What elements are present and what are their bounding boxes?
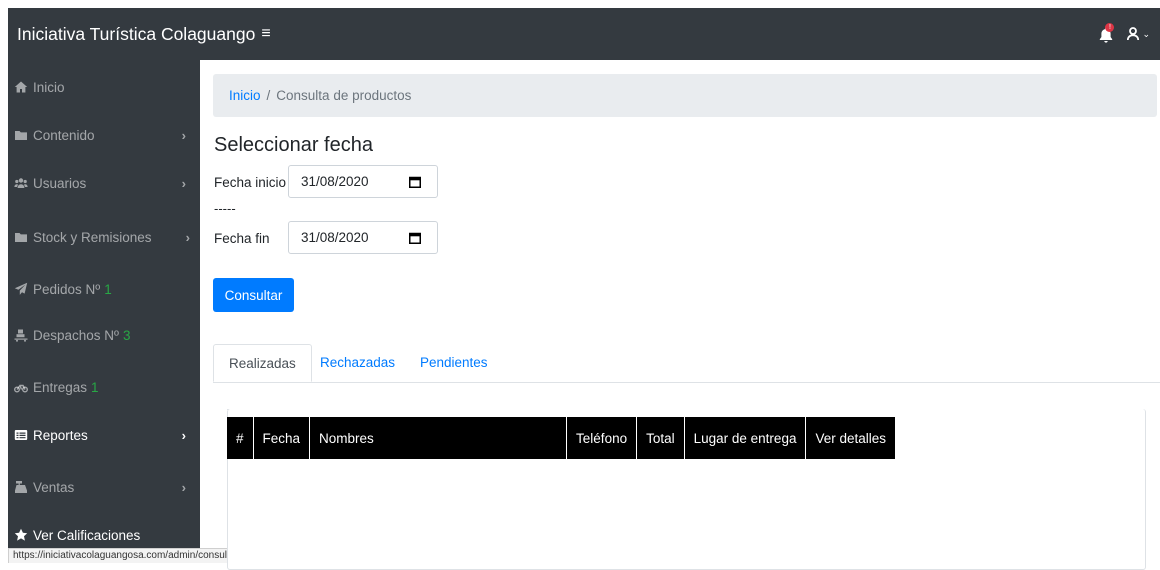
sidebar-item-label: Reportes (33, 427, 88, 443)
sidebar-item-label: Entregas (33, 379, 88, 395)
home-icon (14, 80, 28, 94)
sidebar-item-pedidos[interactable]: Pedidos Nº 1 (8, 274, 200, 304)
sidebar-item-contenido[interactable]: Contenido › (8, 120, 200, 150)
notifications-button[interactable]: ! (1099, 23, 1117, 43)
col-fecha[interactable]: Fecha (253, 417, 311, 459)
col-number[interactable]: # (227, 417, 254, 459)
sidebar-item-label: Ver Calificaciones (33, 527, 141, 543)
tab-realizadas[interactable]: Realizadas (213, 344, 312, 382)
breadcrumb: Inicio / Consulta de productos (213, 74, 1157, 117)
col-ver-detalles[interactable]: Ver detalles (806, 417, 895, 459)
col-telefono[interactable]: Teléfono (566, 417, 638, 459)
sidebar-item-usuarios[interactable]: Usuarios › (8, 168, 200, 198)
sidebar-item-label: Inicio (33, 79, 65, 95)
breadcrumb-separator: / (266, 88, 271, 103)
top-icons: ! ⌄ (1099, 23, 1150, 43)
cash-register-icon (14, 480, 28, 494)
sidebar-item-despachos[interactable]: Despachos Nº 3 (8, 320, 200, 350)
chevron-right-icon: › (181, 175, 186, 191)
end-date-input[interactable]: 31/08/2020 (288, 221, 438, 254)
chevron-right-icon: › (181, 479, 186, 495)
despachos-count: 3 (122, 327, 131, 343)
pedidos-count: 1 (104, 281, 112, 297)
results-table: # Fecha Nombres Teléfono Total Lugar de … (227, 417, 896, 459)
folder-icon (14, 230, 28, 244)
calendar-icon[interactable] (409, 232, 421, 244)
sidebar-item-calificaciones[interactable]: Ver Calificaciones (8, 520, 200, 550)
end-date-label: Fecha fin (214, 231, 270, 246)
user-menu[interactable]: ⌄ (1127, 27, 1150, 41)
end-date-value: 31/08/2020 (301, 230, 369, 245)
star-icon (14, 528, 28, 542)
paper-plane-icon (14, 282, 28, 296)
report-icon (14, 428, 28, 442)
hamburger-icon[interactable]: ≡ (261, 25, 270, 43)
folder-icon (14, 128, 28, 142)
users-icon (14, 176, 28, 190)
sidebar-item-label: Pedidos Nº (33, 281, 101, 297)
sidebar-item-reportes[interactable]: Reportes › (8, 420, 200, 450)
sidebar-item-label: Contenido (33, 127, 95, 143)
sidebar-item-label: Stock y Remisiones (33, 229, 152, 245)
tab-bar: Realizadas Rechazadas Pendientes (213, 344, 1160, 383)
date-separator: ----- (214, 201, 236, 216)
top-navbar: Iniciativa Turística Colaguango ≡ ! ⌄ (8, 8, 1160, 60)
chevron-down-icon: ⌄ (1142, 28, 1150, 39)
table-header-row: # Fecha Nombres Teléfono Total Lugar de … (227, 417, 895, 459)
consultar-button[interactable]: Consultar (213, 278, 294, 312)
tab-pendientes[interactable]: Pendientes (420, 344, 488, 382)
user-icon (1127, 27, 1140, 41)
col-lugar-entrega[interactable]: Lugar de entrega (684, 417, 807, 459)
chevron-right-icon: › (181, 427, 186, 443)
sidebar-item-stock-remisiones[interactable]: Stock y Remisiones › (8, 222, 200, 252)
sidebar-item-ventas[interactable]: Ventas › (8, 472, 200, 502)
tab-rechazadas[interactable]: Rechazadas (320, 344, 395, 382)
brand-title[interactable]: Iniciativa Turística Colaguango (17, 24, 255, 45)
calendar-icon[interactable] (409, 176, 421, 188)
col-nombres[interactable]: Nombres (309, 417, 568, 459)
breadcrumb-current: Consulta de productos (276, 88, 412, 103)
sidebar-item-label: Usuarios (33, 175, 87, 191)
page-title: Seleccionar fecha (214, 134, 373, 156)
sidebar-item-entregas[interactable]: Entregas 1 (8, 372, 200, 402)
sidebar-item-label: Despachos Nº (33, 327, 119, 343)
col-total[interactable]: Total (636, 417, 685, 459)
chevron-right-icon: › (181, 127, 186, 143)
sidebar: Inicio Contenido › Usuarios › Stock y Re… (8, 60, 200, 563)
status-bar-url: https://iniciativacolaguangosa.com/admin… (8, 548, 244, 563)
entregas-count: 1 (91, 379, 99, 395)
dolly-icon (14, 328, 28, 342)
start-date-label: Fecha inicio (214, 175, 287, 190)
sidebar-item-label: Ventas (33, 479, 75, 495)
breadcrumb-home-link[interactable]: Inicio (229, 88, 261, 103)
start-date-value: 31/08/2020 (301, 174, 369, 189)
main-content: Inicio / Consulta de productos Seleccion… (213, 60, 1160, 570)
motorcycle-icon (14, 380, 28, 394)
chevron-right-icon: › (185, 229, 190, 245)
start-date-input[interactable]: 31/08/2020 (288, 165, 438, 198)
sidebar-item-inicio[interactable]: Inicio (8, 72, 200, 102)
